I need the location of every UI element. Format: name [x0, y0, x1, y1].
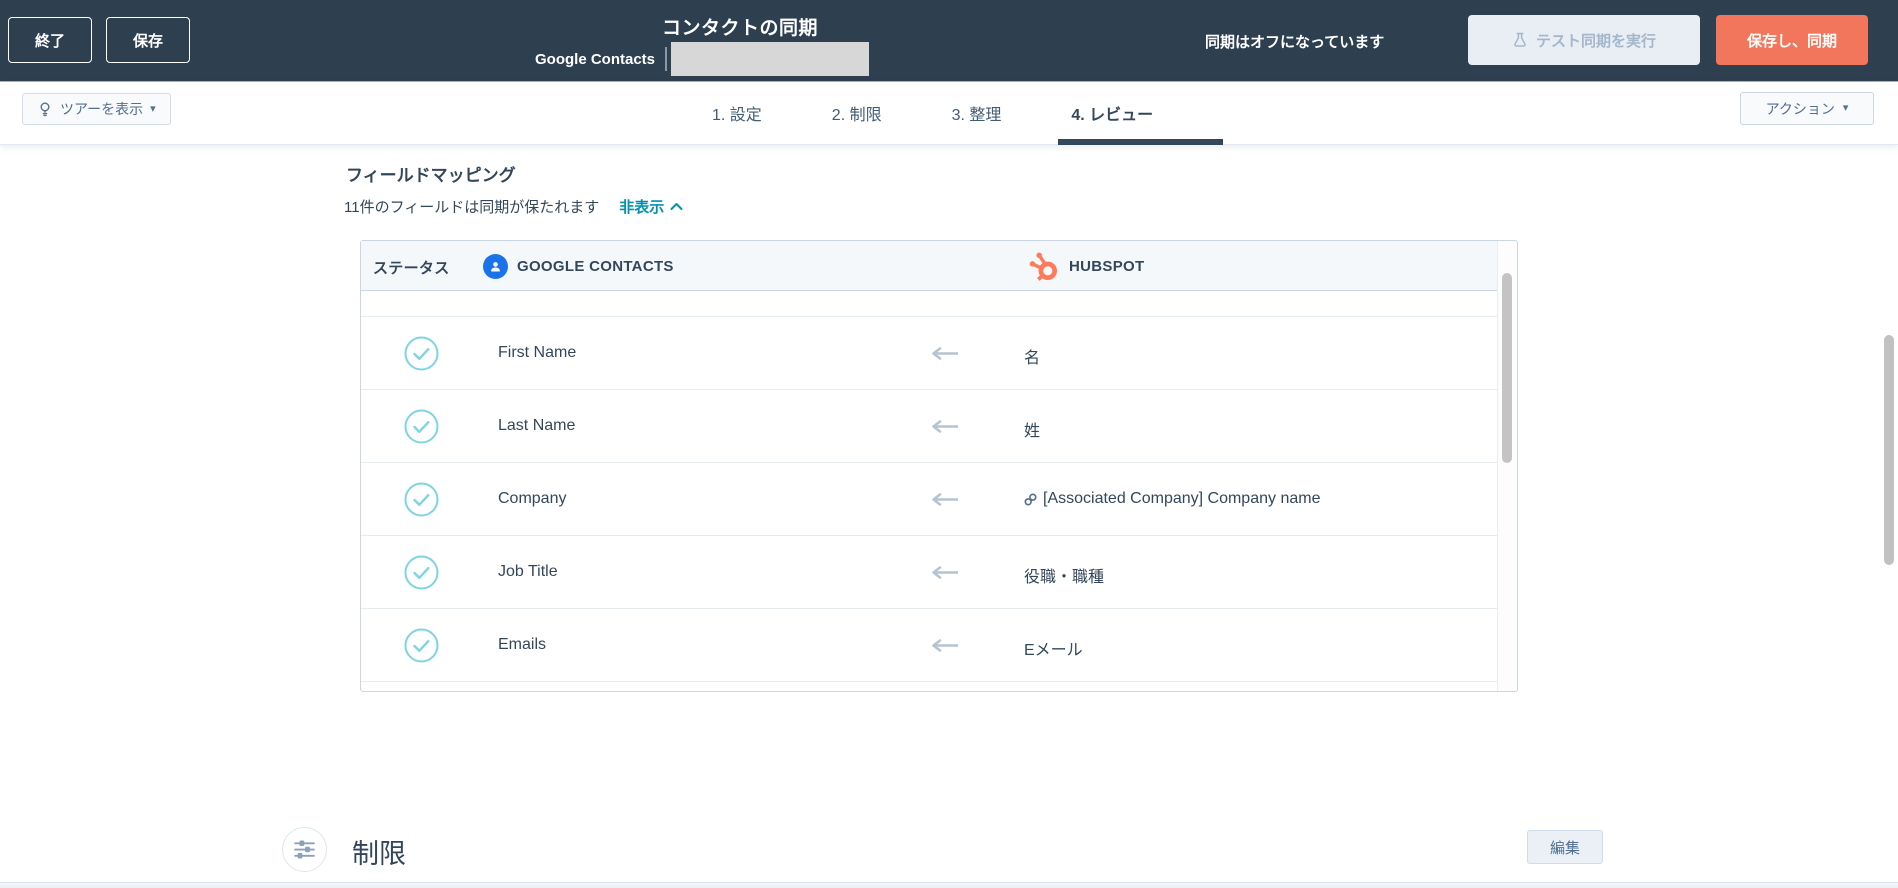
- hubspot-column-header: HUBSPOT: [1028, 241, 1144, 291]
- field-mapping-table: ステータス GOOGLE CONTACTS HUBSPOT First Name…: [360, 240, 1518, 692]
- actions-label: アクション: [1765, 100, 1835, 117]
- hubspot-cell: 名: [1024, 344, 1040, 368]
- limits-section-icon-circle: [282, 827, 327, 872]
- field-mapping-heading: フィールドマッピング: [346, 166, 516, 185]
- sync-settings-page: 終了 保存 コンタクトの同期 Google Contacts 同期はオフになって…: [0, 0, 1898, 888]
- sync-direction-arrow-icon: [929, 347, 959, 365]
- sync-direction-arrow-icon: [929, 493, 959, 511]
- hubspot-cell: Eメール: [1024, 636, 1083, 660]
- wizard-steps: 1. 設定 2. 制限 3. 整理 4. レビュー: [712, 82, 1153, 144]
- active-step-underline: [1058, 139, 1223, 145]
- app-header: 終了 保存 コンタクトの同期 Google Contacts 同期はオフになって…: [0, 0, 1898, 82]
- app-name-label: Google Contacts: [535, 50, 656, 68]
- step-review[interactable]: 4. レビュー: [1071, 101, 1153, 125]
- google-field: Company: [498, 490, 567, 507]
- hubspot-field: Eメール: [1024, 642, 1083, 659]
- google-contacts-header-label: GOOGLE CONTACTS: [517, 257, 674, 275]
- hubspot-field: 名: [1024, 350, 1041, 367]
- association-link-icon: [1024, 492, 1037, 506]
- chevron-up-icon: [670, 202, 683, 211]
- google-field: First Name: [498, 344, 577, 361]
- hubspot-field: 役職・職種: [1024, 569, 1105, 586]
- show-tour-button[interactable]: ツアーを表示 ▾: [22, 93, 171, 125]
- actions-dropdown-button[interactable]: アクション ▾: [1740, 92, 1874, 125]
- caret-down-icon: ▾: [150, 102, 156, 115]
- check-circle-icon: [404, 336, 439, 371]
- hubspot-field: 姓: [1024, 423, 1041, 440]
- step-settings[interactable]: 1. 設定: [712, 101, 762, 125]
- steps-toolbar: ツアーを表示 ▾ 1. 設定 2. 制限 3. 整理 4. レビュー アクション…: [0, 82, 1898, 145]
- table-scrollbar[interactable]: [1497, 241, 1517, 691]
- subtitle-separator: [665, 47, 668, 71]
- lightbulb-icon: [37, 101, 53, 117]
- check-circle-icon: [404, 555, 439, 590]
- check-circle-icon: [404, 409, 439, 444]
- limits-heading: 制限: [352, 839, 406, 869]
- test-sync-label: テスト同期を実行: [1535, 32, 1656, 50]
- table-row: Company [Associated Company] Company nam…: [361, 463, 1497, 536]
- table-row: Emails Eメール: [361, 609, 1497, 682]
- show-tour-label: ツアーを表示: [60, 101, 144, 117]
- hubspot-cell: 姓: [1024, 417, 1040, 441]
- section-bottom-edge: [0, 882, 1898, 888]
- exit-button[interactable]: 終了: [8, 17, 92, 63]
- sync-status-text: 同期はオフになっています: [1205, 34, 1385, 51]
- hubspot-header-label: HUBSPOT: [1069, 257, 1145, 275]
- redacted-account-name: [671, 42, 870, 76]
- flask-icon: [1512, 32, 1528, 48]
- sync-direction-arrow-icon: [929, 639, 959, 657]
- google-contacts-icon: [483, 253, 508, 279]
- sync-direction-arrow-icon: [929, 566, 959, 584]
- hubspot-sprocket-icon: [1028, 250, 1059, 283]
- table-body: First Name 名 Last Name 姓 Company [Associ…: [361, 291, 1497, 691]
- sync-subtitle: Google Contacts: [535, 42, 870, 76]
- partially-scrolled-row: [361, 291, 1497, 317]
- hide-label: 非表示: [619, 199, 665, 216]
- save-button[interactable]: 保存: [106, 17, 190, 63]
- check-circle-icon: [404, 628, 439, 663]
- step-limits[interactable]: 2. 制限: [832, 101, 882, 125]
- mapping-summary-row: 11件のフィールドは同期が保たれます 非表示: [344, 196, 683, 217]
- google-contacts-column-header: GOOGLE CONTACTS: [483, 241, 674, 291]
- test-sync-button[interactable]: テスト同期を実行: [1468, 15, 1700, 65]
- google-field: Emails: [498, 636, 547, 653]
- table-scrollbar-thumb[interactable]: [1502, 273, 1512, 463]
- step-organize[interactable]: 3. 整理: [952, 101, 1002, 125]
- check-circle-icon: [404, 482, 439, 517]
- sliders-icon: [292, 837, 317, 862]
- table-row: Job Title 役職・職種: [361, 536, 1497, 609]
- hubspot-cell: 役職・職種: [1024, 563, 1104, 587]
- save-and-sync-button[interactable]: 保存し、同期: [1716, 15, 1868, 65]
- edit-limits-button[interactable]: 編集: [1527, 830, 1603, 864]
- mapping-summary-text: 11件のフィールドは同期が保たれます: [344, 199, 600, 216]
- page-scrollbar-thumb[interactable]: [1884, 335, 1894, 565]
- page-title: コンタクトの同期: [661, 18, 818, 39]
- caret-down-icon: ▾: [1842, 102, 1849, 114]
- table-row: First Name 名: [361, 317, 1497, 390]
- google-field: Last Name: [498, 417, 576, 434]
- status-column-header: ステータス: [373, 260, 450, 277]
- hubspot-cell: [Associated Company] Company name: [1024, 490, 1320, 508]
- table-header-row: ステータス GOOGLE CONTACTS HUBSPOT: [361, 241, 1497, 291]
- sync-direction-arrow-icon: [929, 420, 959, 438]
- hide-link[interactable]: 非表示: [619, 196, 683, 217]
- table-row: Last Name 姓: [361, 390, 1497, 463]
- google-field: Job Title: [498, 563, 558, 580]
- hubspot-field: [Associated Company] Company name: [1043, 490, 1321, 507]
- review-content: フィールドマッピング 11件のフィールドは同期が保たれます 非表示 ステータス: [0, 145, 1898, 888]
